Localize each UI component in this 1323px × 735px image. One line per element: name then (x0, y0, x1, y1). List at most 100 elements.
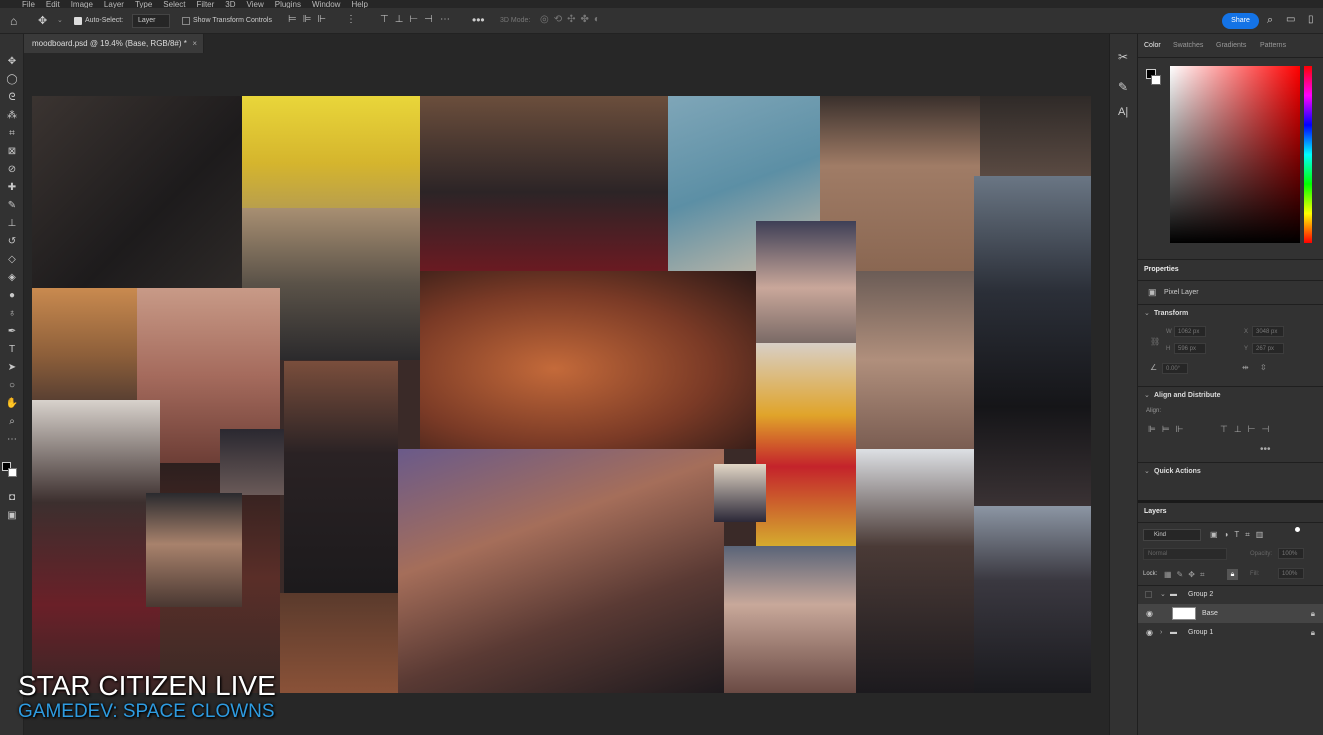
shape-tool-icon[interactable]: ○ (5, 380, 19, 392)
canvas-moodboard[interactable] (32, 96, 1091, 693)
transform-section[interactable]: ⌄ Transform (1138, 304, 1323, 324)
move-tool-icon[interactable]: ✥ (38, 14, 47, 27)
flip-horizontal-icon[interactable]: ⇹ (1242, 363, 1249, 372)
layer-name: Group 1 (1188, 629, 1214, 636)
brush-settings-icon[interactable]: ✎ (1118, 80, 1128, 94)
background-color-swatch[interactable] (8, 468, 17, 477)
y-field[interactable]: 267 px (1252, 343, 1284, 354)
panel-icon-strip: ✂ ✎ A| (1109, 34, 1138, 735)
zoom-tool-icon[interactable]: ⌕ (5, 416, 19, 428)
tools-presets-icon[interactable]: ✂ (1118, 50, 1128, 64)
filter-toggle-icon[interactable] (1295, 527, 1300, 532)
move-tool-icon[interactable]: ✥ (5, 56, 19, 68)
chevron-right-icon[interactable]: › (1160, 623, 1162, 642)
chevron-down-icon: ⌄ (1144, 310, 1150, 317)
pen-tool-icon[interactable]: ✒ (5, 326, 19, 338)
align-distribute-section[interactable]: ⌄ Align and Distribute (1138, 386, 1323, 406)
distribute-icon[interactable]: ⋮ (346, 14, 356, 25)
chevron-down-icon[interactable]: ⌄ (1160, 585, 1166, 604)
quick-actions-section[interactable]: ⌄ Quick Actions (1138, 462, 1323, 482)
layer-row-group-2[interactable]: ⌄ ▬ Group 2 (1138, 585, 1323, 604)
search-icon[interactable]: ⌕ (1267, 14, 1273, 27)
eye-icon[interactable]: ◉ (1146, 604, 1153, 623)
panel-layout-icon[interactable]: ▯ (1308, 14, 1314, 25)
quick-mask-icon[interactable]: ◘ (5, 492, 19, 504)
healing-brush-tool-icon[interactable]: ✚ (5, 182, 19, 194)
lock-all-icon[interactable]: 🔒︎ (1227, 569, 1238, 580)
hue-slider[interactable] (1304, 66, 1312, 243)
blur-tool-icon[interactable]: ● (5, 290, 19, 302)
more-align-icon[interactable]: ••• (1260, 444, 1271, 455)
hand-tool-icon[interactable]: ✋ (5, 398, 19, 410)
visibility-off-box[interactable] (1145, 591, 1152, 598)
type-tool-icon[interactable]: T (5, 344, 19, 356)
document-tab[interactable]: moodboard.psd @ 19.4% (Base, RGB/8#) * × (24, 34, 204, 53)
workspace-icon[interactable]: ▭ (1286, 14, 1295, 25)
collage-photo (32, 288, 137, 400)
frame-tool-icon[interactable]: ⊠ (5, 146, 19, 158)
align-horizontal-icons[interactable]: ⊫⊨⊩ (1148, 424, 1190, 435)
history-brush-tool-icon[interactable]: ↺ (5, 236, 19, 248)
filter-kind-dropdown[interactable]: Kind (1143, 529, 1201, 541)
show-transform-checkbox[interactable] (182, 17, 190, 25)
collage-photo (146, 493, 242, 607)
width-field[interactable]: 1062 px (1174, 326, 1206, 337)
dodge-tool-icon[interactable]: ♁ (5, 308, 19, 320)
lasso-tool-icon[interactable]: ᘓ (5, 92, 19, 104)
align-vertical-icon[interactable]: ⊤⊥⊢⊣ (380, 14, 439, 25)
paint-bucket-tool-icon[interactable]: ◈ (5, 272, 19, 284)
tool-preset-chevron-icon[interactable]: ⌄ (57, 16, 63, 24)
layer-kind-label: Pixel Layer (1164, 289, 1199, 296)
menu-bar: File Edit Image Layer Type Select Filter 3D View… (0, 0, 1323, 9)
brush-tool-icon[interactable]: ✎ (5, 200, 19, 212)
eye-icon[interactable]: ◉ (1146, 623, 1153, 642)
lock-icon: 🔒︎ (1310, 628, 1315, 637)
fill-label: Fill: (1250, 571, 1260, 577)
color-background-swatch[interactable] (1151, 75, 1161, 85)
crop-tool-icon[interactable]: ⌗ (5, 128, 19, 140)
align-buttons-icon[interactable]: ⊨⊫⊩ (288, 14, 332, 25)
tab-color[interactable]: Color (1144, 34, 1161, 57)
close-tab-icon[interactable]: × (192, 34, 197, 53)
blend-mode-dropdown[interactable]: Normal (1143, 548, 1227, 560)
stamp-tool-icon[interactable]: ⊥ (5, 218, 19, 230)
path-select-tool-icon[interactable]: ➤ (5, 362, 19, 374)
opacity-field[interactable]: 100% (1278, 548, 1304, 559)
angle-field[interactable]: 0.00° (1162, 363, 1188, 374)
more-options-icon[interactable]: ••• (472, 13, 485, 27)
flip-vertical-icon[interactable]: ⇳ (1260, 363, 1267, 372)
tab-gradients[interactable]: Gradients (1216, 34, 1246, 57)
collage-photo (980, 96, 1091, 176)
layer-row-base[interactable]: ◉ Base 🔒︎ (1138, 604, 1323, 623)
layer-row-group-1[interactable]: ◉ › ▬ Group 1 🔒︎ (1138, 623, 1323, 642)
3d-tools-icon[interactable]: ◎⟲✣✤◐ (540, 14, 605, 25)
marquee-tool-icon[interactable]: ◯ (5, 74, 19, 86)
auto-select-dropdown[interactable]: Layer (132, 14, 170, 28)
screen-mode-icon[interactable]: ▣ (5, 510, 19, 522)
fill-field[interactable]: 100% (1278, 568, 1304, 579)
align-title: Align and Distribute (1154, 392, 1221, 399)
eraser-tool-icon[interactable]: ◇ (5, 254, 19, 266)
right-panels: Color Swatches Gradients Patterns Proper… (1138, 34, 1323, 735)
home-icon[interactable]: ⌂ (10, 14, 17, 28)
tab-patterns[interactable]: Patterns (1260, 34, 1286, 57)
w-label: W (1166, 329, 1172, 335)
auto-select-checkbox[interactable] (74, 17, 82, 25)
align-vertical-icons[interactable]: ⊤⊥⊢⊣ (1220, 424, 1275, 435)
edit-toolbar-icon[interactable]: ⋯ (5, 434, 19, 446)
tab-swatches[interactable]: Swatches (1173, 34, 1203, 57)
link-icon[interactable]: ⛓ (1150, 337, 1160, 346)
collage-photo (32, 400, 160, 693)
share-button[interactable]: Share (1222, 13, 1259, 29)
width-value: 1062 px (1178, 329, 1200, 335)
color-field[interactable] (1170, 66, 1300, 243)
lock-options-icons[interactable]: ▦✎✥⌗ (1164, 570, 1209, 580)
quick-select-tool-icon[interactable]: ⁂ (5, 110, 19, 122)
fill-value: 100% (1282, 571, 1298, 577)
distribute-spacing-icon[interactable]: ⋯ (440, 14, 450, 25)
layer-filter-icons[interactable]: ▣◑T⌗▥ (1210, 530, 1269, 540)
character-panel-icon[interactable]: A| (1118, 106, 1128, 118)
eyedropper-tool-icon[interactable]: ⊘ (5, 164, 19, 176)
x-field[interactable]: 3048 px (1252, 326, 1284, 337)
height-field[interactable]: 596 px (1174, 343, 1206, 354)
